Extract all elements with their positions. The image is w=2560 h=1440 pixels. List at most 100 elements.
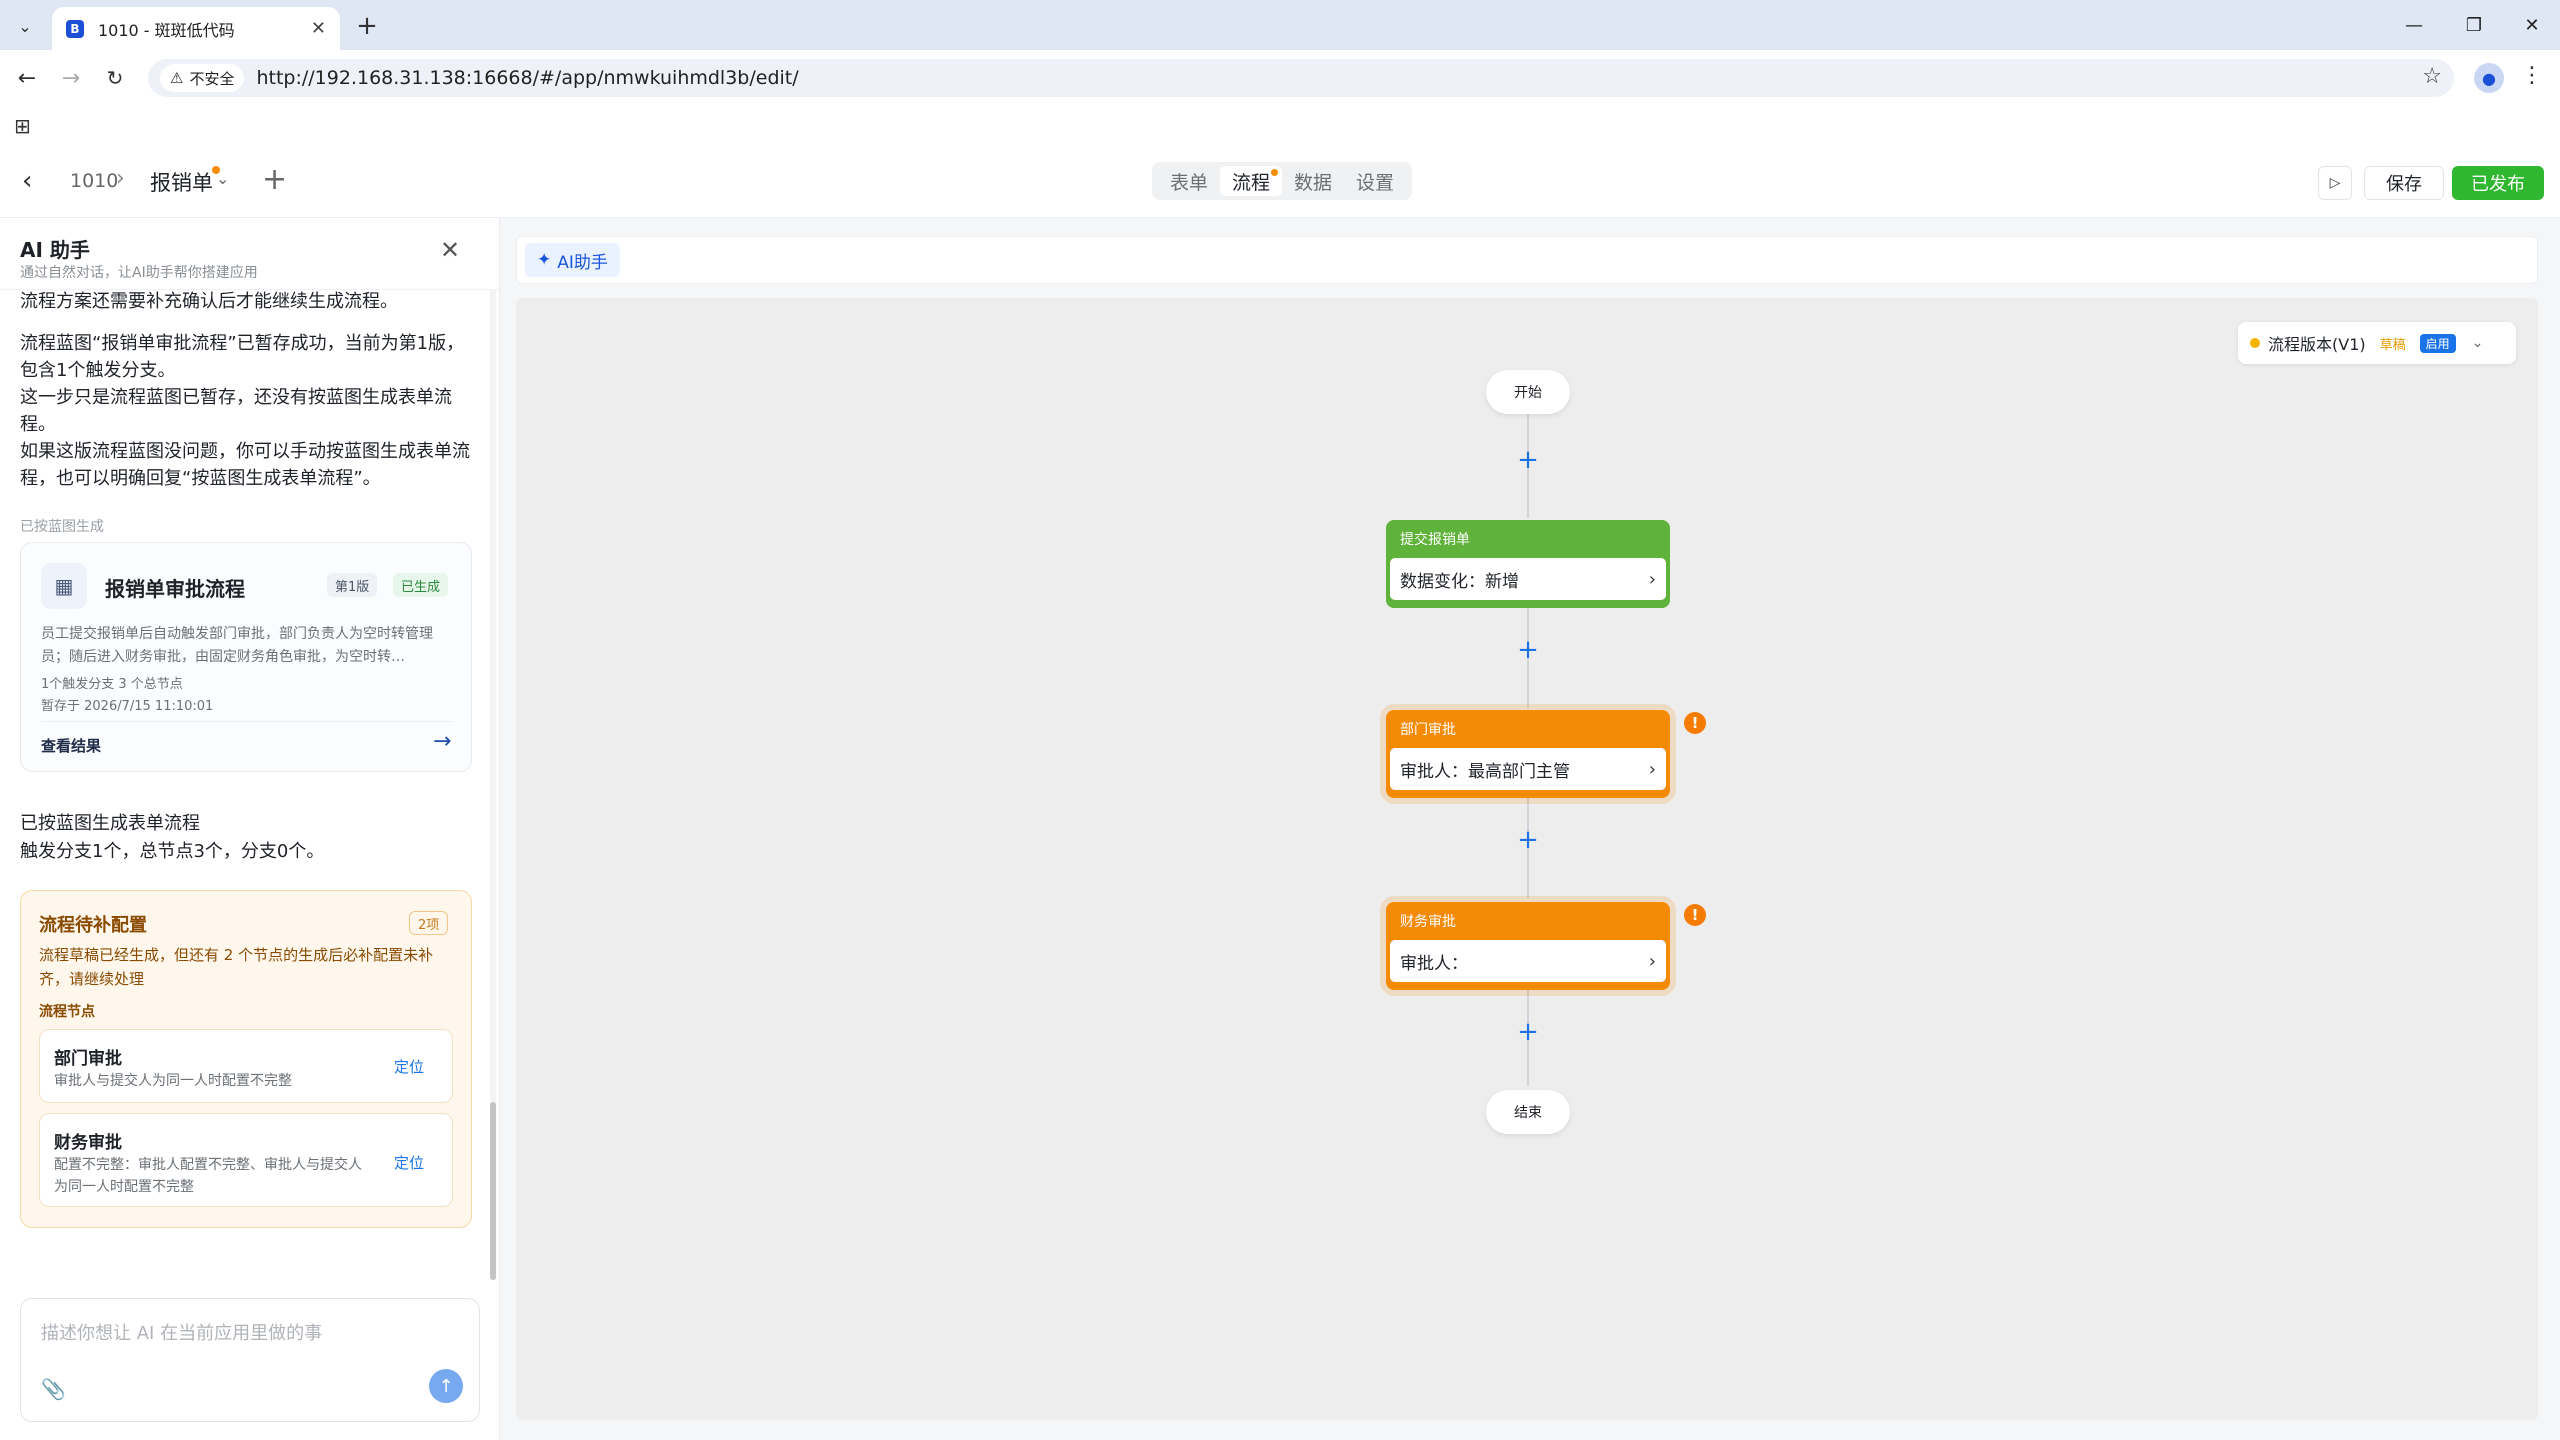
ai-panel-header: AI 助手 通过自然对话，让AI助手帮你搭建应用 ✕ <box>0 218 500 290</box>
url-omnibox[interactable]: ⚠ 不安全 http://192.168.31.138:16668/#/app/… <box>148 59 2454 97</box>
flow-description: 员工提交报销单后自动触发部门审批，部门负责人为空时转管理员；随后进入财务审批，由… <box>41 626 433 665</box>
pending-count-badge: 2项 <box>409 911 449 935</box>
save-button[interactable]: 保存 <box>2364 166 2444 200</box>
tab-flow[interactable]: 流程 <box>1220 166 1283 196</box>
reload-icon[interactable]: ↻ <box>100 63 130 93</box>
tab-data[interactable]: 数据 <box>1282 166 1344 196</box>
warning-exclamation-icon[interactable]: ! <box>1684 904 1706 926</box>
node-title: 财务审批 <box>1400 914 1456 930</box>
node-title: 提交报销单 <box>1400 532 1470 548</box>
ai-chat-scroll[interactable]: 流程方案还需要补充确认后才能继续生成流程。 流程蓝图“报销单审批流程”已暂存成功… <box>0 290 500 1280</box>
app-header: ‹ 1010 › 报销单 ⌄ + 表单 流程 数据 设置 ▷ 保存 已发布 <box>0 146 2560 218</box>
ai-assistant-panel: AI 助手 通过自然对话，让AI助手帮你搭建应用 ✕ 流程方案还需要补充确认后才… <box>0 218 500 1440</box>
address-bar: ← → ↻ ⚠ 不安全 http://192.168.31.138:16668/… <box>0 50 2560 106</box>
tab-flow-dot <box>1271 169 1279 176</box>
tab-search-chevron-icon[interactable]: ⌄ <box>10 11 40 41</box>
enabled-tag: 启用 <box>2419 333 2456 353</box>
editor-tabs: 表单 流程 数据 设置 <box>1152 162 1413 200</box>
security-chip[interactable]: ⚠ 不安全 <box>160 64 245 92</box>
tab-form[interactable]: 表单 <box>1158 166 1220 196</box>
add-node-plus-icon[interactable]: + <box>1512 634 1544 666</box>
warning-triangle-icon: ⚠ <box>170 69 184 87</box>
back-chevron-icon[interactable]: ‹ <box>22 166 32 196</box>
pending-description: 流程草稿已经生成，但还有 2 个节点的生成后必补配置未补齐，请继续处理 <box>39 946 434 988</box>
close-icon[interactable]: ✕ <box>440 236 460 264</box>
pending-item-issue: 审批人与提交人为同一人时配置不完整 <box>54 1073 292 1089</box>
pending-item-name: 部门审批 <box>54 1049 122 1069</box>
draft-tag: 草稿 <box>2379 337 2406 353</box>
pending-item[interactable]: 部门审批 审批人与提交人为同一人时配置不完整 定位 <box>39 1029 453 1103</box>
breadcrumb-app[interactable]: 1010 <box>70 170 118 192</box>
warning-exclamation-icon[interactable]: ! <box>1684 712 1706 734</box>
pending-item-issue: 配置不完整：审批人配置不完整、审批人与提交人为同一人时配置不完整 <box>54 1157 362 1195</box>
flow-node-finance-approval[interactable]: 财务审批 审批人： › <box>1386 902 1670 990</box>
profile-avatar-icon[interactable]: ● <box>2474 63 2504 93</box>
chat-message: 触发分支1个，总节点3个，分支0个。 <box>20 841 325 862</box>
close-window-icon[interactable]: ✕ <box>2512 8 2552 42</box>
chat-message: 流程蓝图“报销单审批流程”已暂存成功，当前为第1版，包含1个触发分支。 <box>20 333 465 381</box>
add-page-icon[interactable]: + <box>262 162 287 197</box>
favicon-icon: B <box>66 19 84 38</box>
locate-link[interactable]: 定位 <box>394 1152 424 1173</box>
divider <box>41 721 453 722</box>
node-body: 审批人：最高部门主管 › <box>1390 748 1666 790</box>
sparkle-icon: ✦ <box>537 250 552 270</box>
back-arrow-icon[interactable]: ← <box>12 63 42 93</box>
chevron-right-icon: › <box>1648 568 1656 590</box>
ai-assistant-button[interactable]: ✦ AI助手 <box>525 243 620 277</box>
publish-button[interactable]: 已发布 <box>2452 166 2544 200</box>
flow-node-submit[interactable]: 提交报销单 数据变化：新增 › <box>1386 520 1670 608</box>
node-summary: 数据变化：新增 <box>1400 571 1519 592</box>
tab-title: 1010 - 斑斑低代码 <box>98 20 235 40</box>
node-body: 审批人： › <box>1390 940 1666 982</box>
chat-message: 如果这版流程蓝图没问题，你可以手动按蓝图生成表单流程，也可以明确回复“按蓝图生成… <box>20 441 470 489</box>
add-node-plus-icon[interactable]: + <box>1512 444 1544 476</box>
apps-grid-icon[interactable]: ⊞ <box>14 114 31 138</box>
paperclip-icon[interactable]: 📎 <box>41 1377 66 1401</box>
minimize-icon[interactable]: — <box>2394 8 2434 42</box>
end-node[interactable]: 结束 <box>1486 1090 1570 1134</box>
breadcrumb-separator-icon: › <box>116 166 125 191</box>
view-result-link[interactable]: 查看结果 <box>41 735 101 756</box>
ai-assistant-button-label: AI助手 <box>557 252 608 273</box>
tab-settings[interactable]: 设置 <box>1344 166 1406 196</box>
pending-section-label: 流程节点 <box>39 1004 95 1020</box>
pending-item-name: 财务审批 <box>54 1133 122 1153</box>
bookmark-star-icon[interactable]: ☆ <box>2422 64 2442 89</box>
pending-item[interactable]: 财务审批 配置不完整：审批人配置不完整、审批人与提交人为同一人时配置不完整 定位 <box>39 1113 453 1207</box>
send-arrow-icon[interactable]: ↑ <box>429 1369 463 1403</box>
chat-composer: 📎 ↑ <box>20 1298 480 1422</box>
tab-close-icon[interactable]: ✕ <box>311 18 326 39</box>
flow-canvas[interactable]: 流程版本(V1) 草稿 启用 ⌄ 开始 + 提交报销单 数据变化：新增 › + … <box>516 298 2538 1420</box>
chat-message: 这一步只是流程蓝图已暂存，还没有按蓝图生成表单流程。 <box>20 387 452 435</box>
arrow-right-icon[interactable]: → <box>433 729 451 754</box>
ai-panel-subtitle: 通过自然对话，让AI助手帮你搭建应用 <box>20 265 258 281</box>
page-dropdown-chevron-icon[interactable]: ⌄ <box>216 169 229 188</box>
new-tab-button[interactable]: + <box>352 11 382 41</box>
chat-input[interactable] <box>41 1317 461 1349</box>
preview-play-icon[interactable]: ▷ <box>2318 166 2352 200</box>
ai-panel-title: AI 助手 <box>20 238 90 262</box>
locate-link[interactable]: 定位 <box>394 1056 424 1077</box>
forward-arrow-icon[interactable]: → <box>56 63 86 93</box>
chevron-right-icon: › <box>1648 950 1656 972</box>
bookmarks-bar: ⊞ <box>0 106 2560 146</box>
flow-version-selector[interactable]: 流程版本(V1) 草稿 启用 ⌄ <box>2238 322 2516 364</box>
start-node[interactable]: 开始 <box>1486 370 1570 414</box>
security-label: 不安全 <box>189 69 235 88</box>
url-text[interactable]: http://192.168.31.138:16668/#/app/nmwkui… <box>256 67 798 89</box>
breadcrumb-page[interactable]: 报销单 <box>150 167 213 197</box>
flow-node-dept-approval[interactable]: 部门审批 审批人：最高部门主管 › <box>1386 710 1670 798</box>
canvas-toolbar: ✦ AI助手 <box>516 236 2538 284</box>
scrollbar-thumb[interactable] <box>490 1102 496 1280</box>
generated-tag: 已按蓝图生成 <box>20 519 104 535</box>
restore-icon[interactable]: ❐ <box>2454 8 2494 42</box>
flow-name: 报销单审批流程 <box>105 577 245 601</box>
browser-tab[interactable]: B 1010 - 斑斑低代码 ✕ <box>52 7 340 50</box>
tab-flow-label: 流程 <box>1232 171 1271 194</box>
flow-blueprint-card[interactable]: ▦ 报销单审批流程 第1版 已生成 员工提交报销单后自动触发部门审批，部门负责人… <box>20 542 472 772</box>
add-node-plus-icon[interactable]: + <box>1512 824 1544 856</box>
add-node-plus-icon[interactable]: + <box>1512 1016 1544 1048</box>
flow-meta: 1个触发分支 3 个总节点 <box>41 677 183 692</box>
browser-menu-icon[interactable]: ⋮ <box>2520 63 2544 93</box>
